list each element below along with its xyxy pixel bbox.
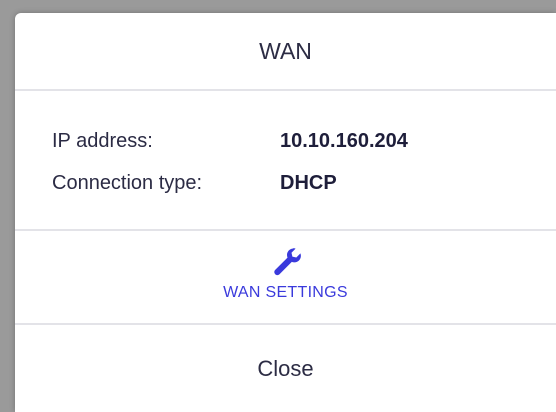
connection-type-row: Connection type: DHCP — [52, 172, 337, 195]
ip-address-value: 10.10.160.204 — [280, 130, 408, 152]
wan-settings-label: WAN SETTINGS — [223, 284, 348, 301]
ip-address-label: IP address: — [52, 130, 153, 152]
connection-type-value: DHCP — [280, 172, 337, 194]
close-button[interactable]: Close — [15, 325, 556, 412]
wan-info-section — [15, 91, 556, 229]
wrench-icon — [273, 248, 301, 276]
wan-settings-button[interactable]: WAN SETTINGS — [15, 231, 556, 323]
ip-address-row: IP address: 10.10.160.204 — [52, 130, 408, 153]
dialog-title: WAN — [259, 37, 312, 64]
wan-dialog: WAN WAN SETTINGS Close — [15, 13, 556, 412]
connection-type-label: Connection type: — [52, 172, 203, 194]
